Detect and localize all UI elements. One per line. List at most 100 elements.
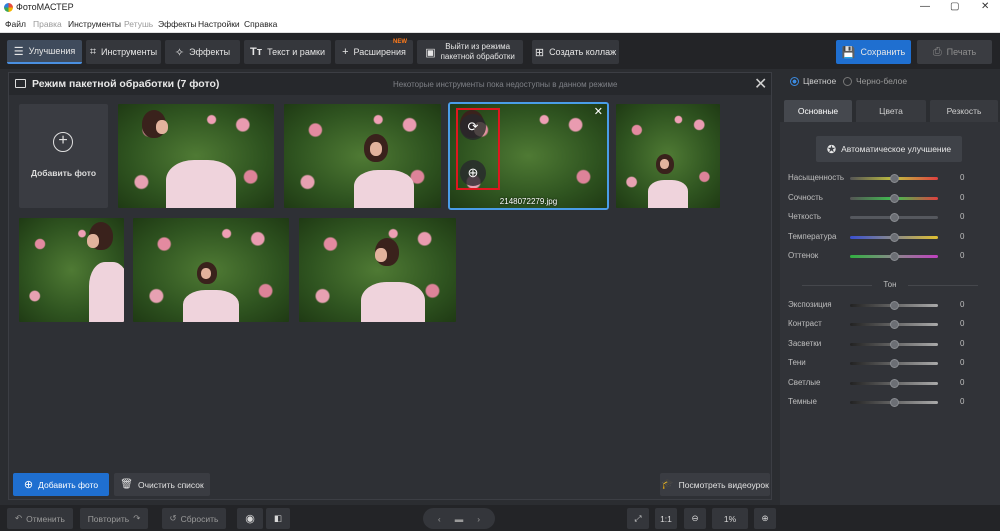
add-photo-tile[interactable]: + Добавить фото <box>19 104 108 208</box>
clarity-knob[interactable] <box>890 213 899 222</box>
photo-navigation: ‹ ▬ › <box>423 508 495 529</box>
save-button[interactable]: 💾 Сохранить <box>836 40 911 64</box>
tab-text-label: Текст и рамки <box>267 47 325 57</box>
menu-file[interactable]: Файл <box>5 19 26 29</box>
text-icon: Tт <box>250 46 263 58</box>
add-photo-button[interactable]: ⊕ Добавить фото <box>13 473 109 496</box>
floppy-icon: 💾 <box>841 46 856 59</box>
contrast-knob[interactable] <box>890 320 899 329</box>
highlights-track[interactable] <box>850 340 938 349</box>
menu-tools[interactable]: Инструменты <box>68 19 121 29</box>
images-icon <box>15 79 26 88</box>
image-icon: ▣ <box>425 46 436 59</box>
watch-video-button[interactable]: 🎓 Посмотреть видеоурок <box>660 473 770 496</box>
exposure-track[interactable] <box>850 301 938 310</box>
chevron-right-icon[interactable]: › <box>477 514 480 524</box>
tab-colors[interactable]: Цвета <box>856 100 926 122</box>
highlights-label: Засветки <box>788 339 822 348</box>
tint-track[interactable] <box>850 252 938 261</box>
tint-knob[interactable] <box>890 252 899 261</box>
maximize-button[interactable]: ▢ <box>950 1 959 12</box>
menu-help[interactable]: Справка <box>244 19 277 29</box>
create-collage-button[interactable]: ⊞ Создать коллаж <box>532 40 619 64</box>
photo-filename: 2148072279.jpg <box>499 197 558 206</box>
minimize-button[interactable]: — <box>920 1 930 12</box>
photo-thumbnail-4[interactable] <box>616 104 720 208</box>
exit-batch-mode-button[interactable]: ▣ Выйти из режима пакетной обработки <box>417 40 523 64</box>
printer-icon: ⎙ <box>932 45 942 58</box>
tab-enhance[interactable]: ☰ Улучшения <box>7 40 82 64</box>
tab-basic[interactable]: Основные <box>784 100 852 122</box>
close-window-button[interactable]: ✕ <box>981 1 989 12</box>
batch-panel-header: Режим пакетной обработки (7 фото) Некото… <box>9 73 771 95</box>
close-icon[interactable]: ✕ <box>754 74 767 94</box>
zoom-level-value: 1% <box>723 513 737 524</box>
magic-star-icon: ✪ <box>826 143 837 156</box>
chevron-left-icon[interactable]: ‹ <box>438 514 441 524</box>
clarity-track[interactable] <box>850 213 938 222</box>
photo-thumbnail-7[interactable] <box>299 218 456 322</box>
clear-list-label: Очистить список <box>137 479 204 490</box>
shadows-label: Тени <box>788 358 806 367</box>
clear-list-button[interactable]: 🗑 Очистить список <box>114 473 210 496</box>
blacks-track[interactable] <box>850 398 938 407</box>
compare-button[interactable]: ◧ <box>266 508 290 529</box>
bw-mode-radio[interactable] <box>843 77 852 86</box>
sliders-icon: ☰ <box>13 45 24 58</box>
saturation-track[interactable] <box>850 174 938 183</box>
tab-text-frames[interactable]: Tт Текст и рамки <box>244 40 331 64</box>
vibrance-knob[interactable] <box>890 194 899 203</box>
exit-batch-label: Выйти из режима пакетной обработки <box>441 42 515 62</box>
reset-button[interactable]: ↺ Сбросить <box>162 508 226 529</box>
auto-enhance-button[interactable]: ✪ Автоматическое улучшение <box>816 136 962 162</box>
shadows-track[interactable] <box>850 359 938 368</box>
highlights-value: 0 <box>960 339 965 348</box>
tint-value: 0 <box>960 251 965 260</box>
zoom-in-button[interactable]: ⊕ <box>754 508 776 529</box>
photo-thumbnail-1[interactable] <box>118 104 274 208</box>
tab-tools[interactable]: ⌗ Инструменты <box>86 40 161 64</box>
saturation-slider-row: Насыщенность 0 <box>788 173 994 185</box>
blacks-knob[interactable] <box>890 398 899 407</box>
zoom-level-field[interactable]: 1% <box>712 508 748 529</box>
photo-thumbnail-6[interactable] <box>133 218 289 322</box>
menu-edit[interactable]: Правка <box>33 19 62 29</box>
fit-screen-button[interactable]: ⤢ <box>627 508 649 529</box>
menu-effects[interactable]: Эффекты <box>158 19 197 29</box>
photo-thumbnail-5[interactable] <box>19 218 124 322</box>
temperature-track[interactable] <box>850 233 938 242</box>
blacks-slider-row: Темные 0 <box>788 397 994 409</box>
highlights-knob[interactable] <box>890 340 899 349</box>
menu-retouch[interactable]: Ретушь <box>124 19 153 29</box>
undo-button[interactable]: ↶ Отменить <box>7 508 73 529</box>
tab-extensions[interactable]: + Расширения NEW <box>335 39 413 64</box>
saturation-knob[interactable] <box>890 174 899 183</box>
tab-effects[interactable]: ✧ Эффекты <box>165 40 240 64</box>
photo-thumbnail-3-selected[interactable]: ✕ ⟳ ⊕ 2148072279.jpg <box>448 102 609 210</box>
print-button[interactable]: ⎙ Печать <box>917 40 992 64</box>
redo-button[interactable]: Повторить ↷ <box>80 508 148 529</box>
app-title: ФотоМАСТЕР <box>16 2 74 12</box>
saturation-value: 0 <box>960 173 965 182</box>
color-mode-radio[interactable] <box>790 77 799 86</box>
fit-screen-icon: ⤢ <box>634 513 642 523</box>
vibrance-track[interactable] <box>850 194 938 203</box>
preview-eye-button[interactable]: ◉ <box>237 508 263 529</box>
contrast-track[interactable] <box>850 320 938 329</box>
exposure-knob[interactable] <box>890 301 899 310</box>
whites-knob[interactable] <box>890 379 899 388</box>
blacks-label: Темные <box>788 397 818 406</box>
batch-panel-title: Режим пакетной обработки (7 фото) <box>32 78 220 90</box>
menu-settings[interactable]: Настройки <box>198 19 240 29</box>
whites-track[interactable] <box>850 379 938 388</box>
vibrance-label: Сочность <box>788 193 823 202</box>
folder-icon[interactable]: ▬ <box>455 514 464 524</box>
zoom-out-button[interactable]: ⊖ <box>684 508 706 529</box>
temperature-knob[interactable] <box>890 233 899 242</box>
tab-sharpness[interactable]: Резкость <box>930 100 998 122</box>
photo-thumbnail-2[interactable] <box>284 104 441 208</box>
shadows-knob[interactable] <box>890 359 899 368</box>
zoom-actual-button[interactable]: 1:1 <box>655 508 677 529</box>
remove-photo-icon[interactable]: ✕ <box>594 105 603 118</box>
highlights-slider-row: Засветки 0 <box>788 339 994 351</box>
